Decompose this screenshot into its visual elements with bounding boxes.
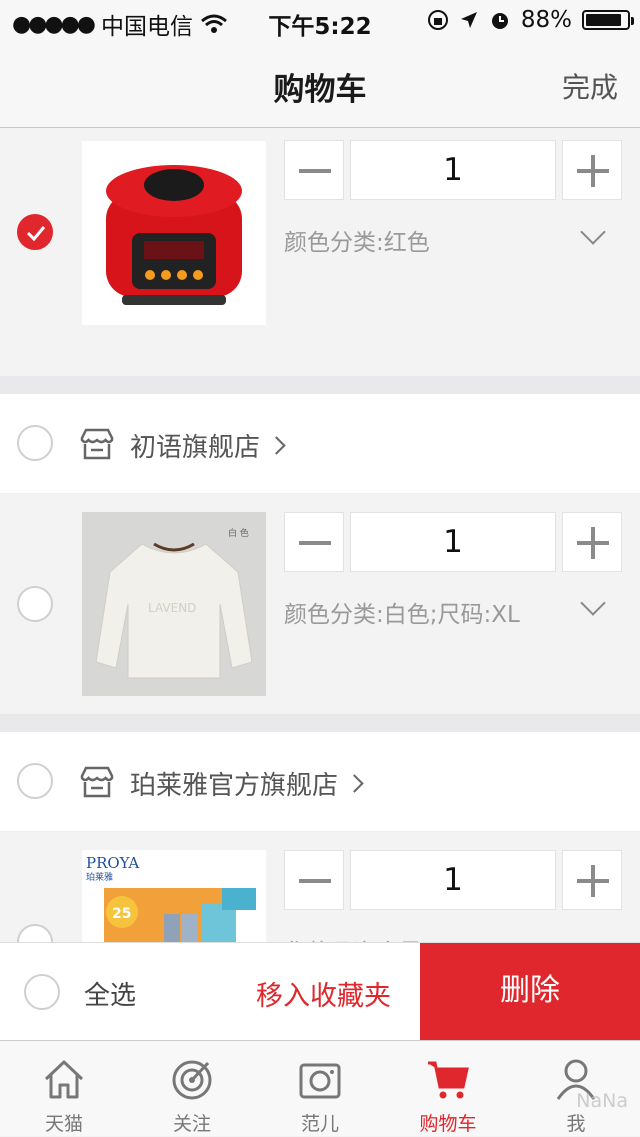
move-to-favorites-button[interactable]: 移入收藏夹 [256,974,391,1013]
status-bar: ●●●●● 中国电信 下午5:22 88% [0,0,640,40]
quantity-stepper: 1 [284,140,622,200]
tab-bar: 天猫 关注 范儿 购物车 我 [0,1040,640,1136]
battery-percent: 88% [520,7,572,33]
decrease-button[interactable] [284,850,344,910]
check-icon [26,226,46,242]
shop-name[interactable]: 初语旗舰店 [130,427,283,464]
tab-label: 购物车 [419,1113,477,1135]
target-icon [172,1060,212,1100]
alarm-icon [491,13,508,29]
tab-label: 天猫 [44,1113,83,1135]
select-all-label[interactable]: 全选 [84,975,136,1012]
store-icon [80,766,114,798]
camera-icon [299,1063,341,1099]
proya-brand-label: PROYA [86,854,139,872]
shop-header-2[interactable]: 珀莱雅官方旗舰店 [0,732,640,832]
decrease-button[interactable] [284,140,344,200]
item-checkbox[interactable] [17,586,53,622]
proya-cosmetics-icon: PROYA 珀莱雅 25 [82,850,266,942]
section-divider [0,714,640,732]
cart-item-3: PROYA 珀莱雅 25 1 化妆品净含量:55 [0,832,640,942]
spec-label[interactable]: 颜色分类:白色;尺码:XL [284,595,622,629]
tab-label: 范儿 [300,1113,339,1135]
sweater-tag-label: 白 色 [228,527,249,539]
bottom-action-bar: 全选 移入收藏夹 删除 [0,942,640,1041]
section-divider [0,376,640,394]
decrease-button[interactable] [284,512,344,572]
svg-text:LAVEND: LAVEND [148,601,196,615]
tab-tmall[interactable]: 天猫 [0,1041,128,1137]
watermark-label: NaNa [576,1090,628,1112]
tab-label: 我 [566,1113,586,1135]
quantity-stepper: 1 [284,850,622,910]
shop-checkbox[interactable] [17,425,53,461]
spec-label[interactable]: 化妆品净含量:55 [284,933,622,942]
location-icon [460,12,477,28]
increase-button[interactable] [562,850,622,910]
nav-bar: 购物车 完成 [0,40,640,128]
delete-button[interactable]: 删除 [420,943,640,1041]
tab-follow[interactable]: 关注 [128,1041,256,1137]
cart-icon [428,1061,469,1099]
proya-badge-label: 25 [112,906,131,922]
status-right: 88% [427,7,634,33]
tab-label: 关注 [172,1113,211,1135]
quantity-input[interactable]: 1 [350,850,556,910]
cart-item-1: 1 颜色分类:红色 [0,129,640,376]
proya-cn-label: 珀莱雅 [86,871,113,883]
item-checkbox[interactable] [17,214,53,250]
tab-me[interactable]: 我 [512,1041,640,1137]
increase-button[interactable] [562,512,622,572]
product-image-sweater[interactable]: LAVEND 白 色 [82,512,266,696]
increase-button[interactable] [562,140,622,200]
shop-checkbox[interactable] [17,763,53,799]
quantity-stepper: 1 [284,512,622,572]
quantity-input[interactable]: 1 [350,512,556,572]
sweater-icon: LAVEND 白 色 [82,512,266,696]
store-icon [80,428,114,460]
battery-icon [582,10,634,30]
shop-header-1[interactable]: 初语旗舰店 [0,394,640,494]
page-title: 购物车 [273,72,367,108]
select-all-checkbox[interactable] [24,974,60,1010]
quantity-input[interactable]: 1 [350,140,556,200]
tab-cart[interactable]: 购物车 [384,1041,512,1137]
product-image-rice-cooker[interactable] [82,141,266,325]
tab-style[interactable]: 范儿 [256,1041,384,1137]
cart-item-2: LAVEND 白 色 1 颜色分类:白色;尺码:XL [0,494,640,714]
rice-cooker-icon [106,165,242,305]
spec-label[interactable]: 颜色分类:红色 [284,223,622,257]
rotation-lock-icon [427,10,448,30]
done-button[interactable]: 完成 [562,66,618,106]
shop-name[interactable]: 珀莱雅官方旗舰店 [130,765,361,802]
product-image-proya[interactable]: PROYA 珀莱雅 25 [82,850,266,942]
item-checkbox[interactable] [17,924,53,942]
home-icon [44,1060,84,1099]
